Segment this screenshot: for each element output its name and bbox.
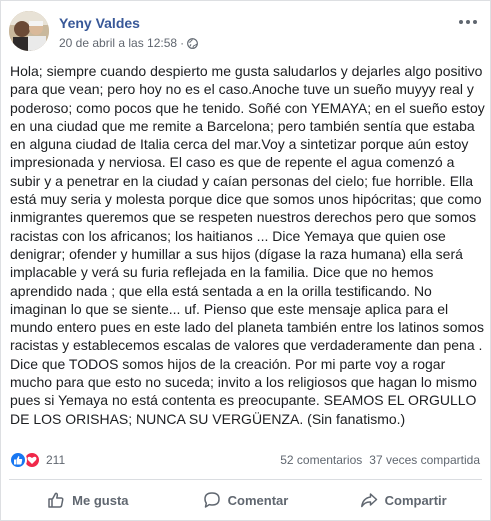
- share-label: Compartir: [384, 492, 447, 508]
- like-reaction-icon: [9, 451, 27, 469]
- share-button[interactable]: Compartir: [324, 483, 482, 517]
- like-label: Me gusta: [72, 492, 129, 508]
- comment-label: Comentar: [227, 492, 289, 508]
- divider: [9, 479, 482, 480]
- dot: [459, 20, 463, 24]
- share-icon: [360, 493, 377, 508]
- dot: [466, 20, 470, 24]
- more-options-icon[interactable]: [458, 15, 478, 29]
- post-body: Hola; siempre cuando despierto me gusta …: [10, 63, 485, 427]
- reaction-count: 211: [46, 453, 66, 467]
- avatar[interactable]: [9, 11, 49, 51]
- shares-count[interactable]: 37 veces compartida: [369, 453, 480, 467]
- dot: [473, 20, 477, 24]
- globe-icon[interactable]: [187, 37, 199, 49]
- comment-button[interactable]: Comentar: [167, 483, 325, 517]
- thumbs-up-icon: [48, 492, 64, 508]
- like-button[interactable]: Me gusta: [9, 483, 167, 517]
- post-header: Yeny Valdes 20 de abril a las 12:58 ·: [9, 11, 482, 55]
- post-card: Yeny Valdes 20 de abril a las 12:58 · Ho…: [0, 0, 491, 521]
- meta-separator: ·: [180, 36, 185, 50]
- author-name[interactable]: Yeny Valdes: [59, 15, 140, 31]
- post-stats: 211 52 comentarios 37 veces compartida: [9, 449, 482, 471]
- avatar-photo: [9, 11, 49, 51]
- comment-icon: [203, 492, 220, 508]
- comments-count[interactable]: 52 comentarios: [280, 453, 362, 467]
- action-bar: Me gusta Comentar Compartir: [9, 483, 482, 517]
- engagement-counts: 52 comentarios 37 veces compartida: [280, 453, 480, 467]
- post-meta: 20 de abril a las 12:58 ·: [59, 36, 199, 50]
- post-timestamp[interactable]: 20 de abril a las 12:58: [59, 36, 177, 50]
- reactions-summary[interactable]: 211: [9, 451, 65, 469]
